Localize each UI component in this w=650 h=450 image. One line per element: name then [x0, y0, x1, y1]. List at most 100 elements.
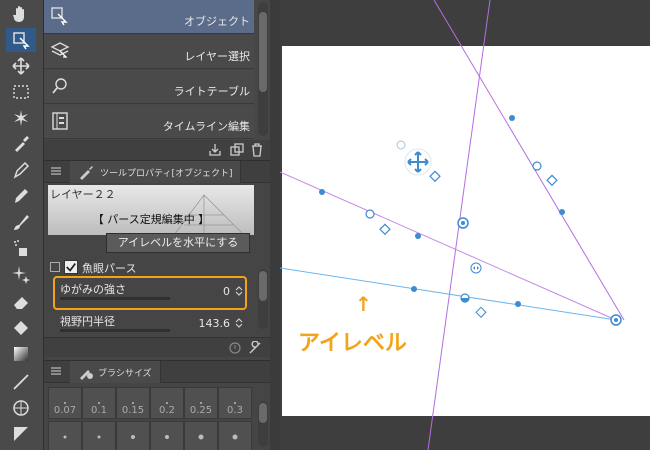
- brush-size-cell[interactable]: [150, 421, 184, 450]
- panel-divider[interactable]: [270, 0, 280, 450]
- arrow-up-icon: ↑: [355, 292, 372, 316]
- fisheye-label: 魚眼パース: [82, 262, 137, 275]
- brush-size-cell[interactable]: 0.3: [218, 387, 252, 419]
- ruler-handle[interactable]: [509, 115, 515, 121]
- ruler-icon[interactable]: [6, 422, 36, 446]
- hand-tool-icon[interactable]: [6, 2, 36, 26]
- make-eye-level-horizontal-button[interactable]: アイレベルを水平にする: [106, 233, 250, 253]
- eye-level-diamond-handle[interactable]: [475, 306, 487, 318]
- tool-property-icon: [80, 166, 93, 180]
- eyedropper-icon[interactable]: [6, 132, 36, 156]
- brush-size-icon: [80, 370, 93, 380]
- subtool-label: オブジェクト: [184, 15, 250, 28]
- brush-size-cell[interactable]: [218, 421, 252, 450]
- wrench-icon[interactable]: [248, 341, 262, 355]
- frame-border-icon[interactable]: [6, 396, 36, 420]
- subtool-list: オブジェクト レイヤー選択 ライトテーブル タイムライン編集: [44, 0, 254, 140]
- edit-status: 【 パース定規編集中 】: [92, 213, 210, 226]
- view-radius-value[interactable]: 143.6: [199, 317, 231, 330]
- selection-tool-icon[interactable]: [6, 80, 36, 104]
- subtool-label: タイムライン編集: [162, 120, 250, 133]
- tool-palette: [0, 0, 44, 450]
- tool-property-footer: [44, 337, 270, 357]
- pen-icon[interactable]: [6, 158, 36, 182]
- brush-icon[interactable]: [6, 210, 36, 234]
- brush-size-cell[interactable]: [82, 421, 116, 450]
- subtool-item-timeline[interactable]: タイムライン編集: [44, 105, 254, 139]
- timeline-edit-icon: [52, 112, 68, 130]
- canvas-area[interactable]: ↑ アイレベル: [280, 0, 650, 450]
- pencil-icon[interactable]: [6, 184, 36, 208]
- ruler-handle-diamond[interactable]: [429, 170, 441, 183]
- airbrush-icon[interactable]: [6, 236, 36, 260]
- tool-property-panel: ツールプロパティ[オブジェクト] レイヤー２２ 【 パース定規編集中 】 アイレ…: [44, 160, 270, 360]
- subtool-item-object[interactable]: オブジェクト: [44, 0, 254, 34]
- brush-size-cell[interactable]: 0.07: [48, 387, 82, 419]
- brush-size-cell[interactable]: 0.15: [116, 387, 150, 419]
- subtool-footer: [44, 140, 270, 160]
- perspective-ruler-overlay[interactable]: [280, 0, 650, 450]
- figure-line-icon[interactable]: [6, 370, 36, 394]
- panel-menu-icon[interactable]: [50, 165, 62, 177]
- ruler-handle-open[interactable]: [365, 209, 375, 219]
- perspective-guide-line[interactable]: [280, 171, 617, 321]
- layer-select-icon: [50, 42, 70, 58]
- collapse-toggle[interactable]: [50, 262, 60, 272]
- eraser-icon[interactable]: [6, 290, 36, 314]
- ruler-handle-diamond[interactable]: [379, 223, 391, 236]
- subtool-label: レイヤー選択: [184, 50, 250, 63]
- ruler-handle[interactable]: [515, 301, 521, 307]
- subtool-item-light-table[interactable]: ライトテーブル: [44, 70, 254, 104]
- eye-level-annotation: アイレベル: [298, 331, 407, 356]
- brush-size-cell[interactable]: 0.1: [82, 387, 116, 419]
- brush-size-cell[interactable]: [184, 421, 218, 450]
- tab-label: ブラシサイズ: [98, 368, 152, 379]
- object-preview: レイヤー２２ 【 パース定規編集中 】: [48, 185, 254, 235]
- tool-property-scrollbar[interactable]: [258, 269, 268, 329]
- fill-icon[interactable]: [6, 316, 36, 340]
- fisheye-row: 魚眼パース: [48, 259, 248, 275]
- move-tool-icon[interactable]: [6, 54, 36, 78]
- brush-size-cell[interactable]: [48, 421, 82, 450]
- brush-size-cell[interactable]: 0.2: [150, 387, 184, 419]
- gradient-icon[interactable]: [6, 342, 36, 366]
- operation-tool-icon[interactable]: [6, 28, 36, 52]
- import-icon[interactable]: [208, 143, 222, 157]
- ruler-handle[interactable]: [415, 233, 421, 239]
- duplicate-icon[interactable]: [230, 143, 244, 157]
- auto-select-icon[interactable]: [6, 106, 36, 130]
- subtool-panel: オブジェクト レイヤー選択 ライトテーブル タイムライン編集: [44, 0, 270, 160]
- distortion-highlight: [53, 276, 247, 310]
- view-radius-slider[interactable]: [60, 329, 170, 332]
- spinner-icon[interactable]: [234, 317, 244, 329]
- perspective-grid-thumbnail: [173, 194, 245, 235]
- brush-size-cell[interactable]: [116, 421, 150, 450]
- tab-brush-size[interactable]: ブラシサイズ: [70, 361, 161, 383]
- tab-tool-property[interactable]: ツールプロパティ[オブジェクト]: [70, 161, 242, 183]
- brush-size-cell[interactable]: 0.25: [184, 387, 218, 419]
- trash-icon[interactable]: [250, 143, 264, 157]
- perspective-guide-line[interactable]: [433, 0, 625, 321]
- rotate-handle[interactable]: [396, 140, 406, 150]
- check-icon: [66, 263, 76, 272]
- brush-size-scrollbar[interactable]: [258, 401, 268, 447]
- eye-level-line[interactable]: [280, 267, 617, 321]
- subtool-label: ライトテーブル: [173, 85, 250, 98]
- light-table-icon: [52, 78, 67, 94]
- decoration-icon[interactable]: [6, 262, 36, 286]
- horizontal-toggle-handle[interactable]: [470, 262, 482, 274]
- fisheye-checkbox[interactable]: [64, 260, 78, 274]
- tab-label: ツールプロパティ[オブジェクト]: [100, 168, 233, 179]
- ruler-handle[interactable]: [559, 209, 565, 215]
- view-radius-row[interactable]: 視野円半径 143.6: [52, 313, 248, 335]
- ruler-handle[interactable]: [411, 286, 417, 292]
- brush-size-header: ブラシサイズ: [44, 361, 270, 383]
- subtool-scrollbar[interactable]: [258, 2, 268, 136]
- ruler-handle-diamond[interactable]: [546, 174, 558, 187]
- panel-menu-icon[interactable]: [50, 365, 62, 377]
- reset-icon[interactable]: [228, 341, 242, 355]
- ruler-handle[interactable]: [319, 189, 325, 195]
- subtool-item-layer-select[interactable]: レイヤー選択: [44, 35, 254, 69]
- ruler-handle-open[interactable]: [532, 161, 542, 171]
- object-select-icon: [51, 7, 68, 26]
